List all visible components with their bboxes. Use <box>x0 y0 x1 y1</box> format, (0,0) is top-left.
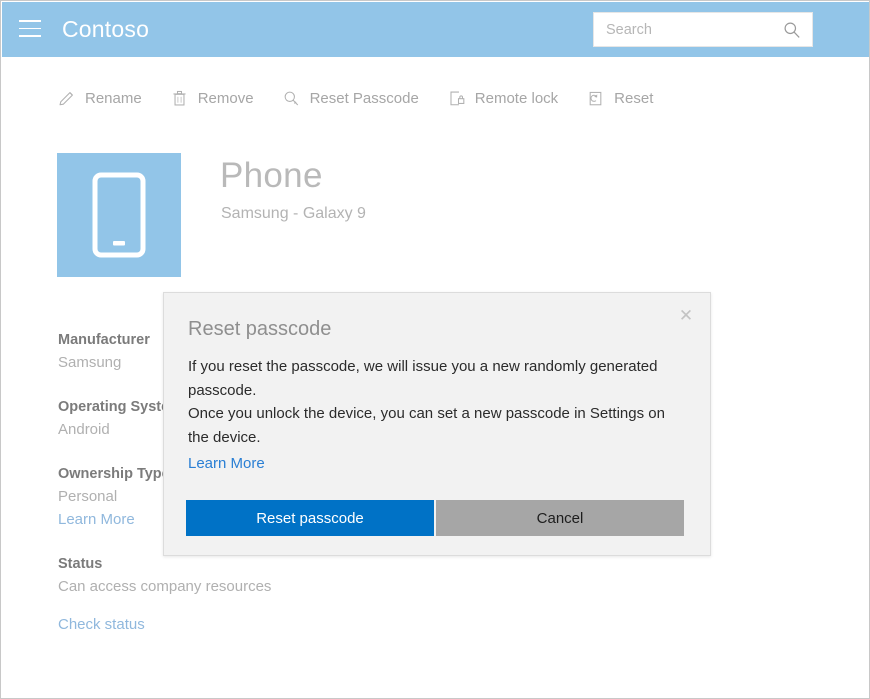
device-lock-icon <box>447 89 466 108</box>
dialog-title: Reset passcode <box>188 318 331 341</box>
device-tile <box>57 153 181 277</box>
hamburger-bar <box>19 35 41 37</box>
status-value: Can access company resources <box>58 575 388 598</box>
reset-passcode-label: Reset Passcode <box>310 90 419 107</box>
rename-button[interactable]: Rename <box>57 81 142 115</box>
reset-button[interactable]: Reset <box>586 81 653 115</box>
command-bar: Rename Remove Reset Passcode <box>57 81 653 115</box>
remote-lock-label: Remote lock <box>475 90 558 107</box>
dialog-learn-more-link[interactable]: Learn More <box>188 455 265 472</box>
remove-label: Remove <box>198 90 254 107</box>
search-box[interactable] <box>593 12 813 47</box>
reset-passcode-button[interactable]: Reset Passcode <box>282 81 419 115</box>
reset-label: Reset <box>614 90 653 107</box>
device-title: Phone <box>220 156 323 196</box>
pencil-icon <box>57 89 76 108</box>
hamburger-bar <box>19 28 41 30</box>
app-window: Contoso Rename Remov <box>0 0 870 699</box>
phone-icon <box>92 172 146 258</box>
rename-label: Rename <box>85 90 142 107</box>
dialog-paragraph: If you reset the passcode, we will issue… <box>188 355 688 402</box>
device-subtitle: Samsung - Galaxy 9 <box>221 205 366 223</box>
status-label: Status <box>58 553 388 575</box>
search-icon[interactable] <box>783 21 801 39</box>
remote-lock-button[interactable]: Remote lock <box>447 81 558 115</box>
app-header: Contoso <box>2 2 870 57</box>
hamburger-bar <box>19 20 41 22</box>
hamburger-menu-icon[interactable] <box>19 20 41 38</box>
remove-button[interactable]: Remove <box>170 81 254 115</box>
reset-icon <box>586 89 605 108</box>
cancel-button[interactable]: Cancel <box>436 500 684 536</box>
dialog-paragraph: Once you unlock the device, you can set … <box>188 402 688 449</box>
search-input[interactable] <box>594 13 776 46</box>
key-icon <box>282 89 301 108</box>
dialog-body: If you reset the passcode, we will issue… <box>188 355 688 473</box>
brand-title: Contoso <box>62 16 149 43</box>
dialog-actions: Reset passcode Cancel <box>186 500 684 536</box>
reset-passcode-confirm-button[interactable]: Reset passcode <box>186 500 434 536</box>
property-status: Status Can access company resources Chec… <box>58 553 388 633</box>
close-icon[interactable]: ✕ <box>671 301 701 329</box>
check-status-link[interactable]: Check status <box>58 616 388 633</box>
trash-icon <box>170 89 189 108</box>
